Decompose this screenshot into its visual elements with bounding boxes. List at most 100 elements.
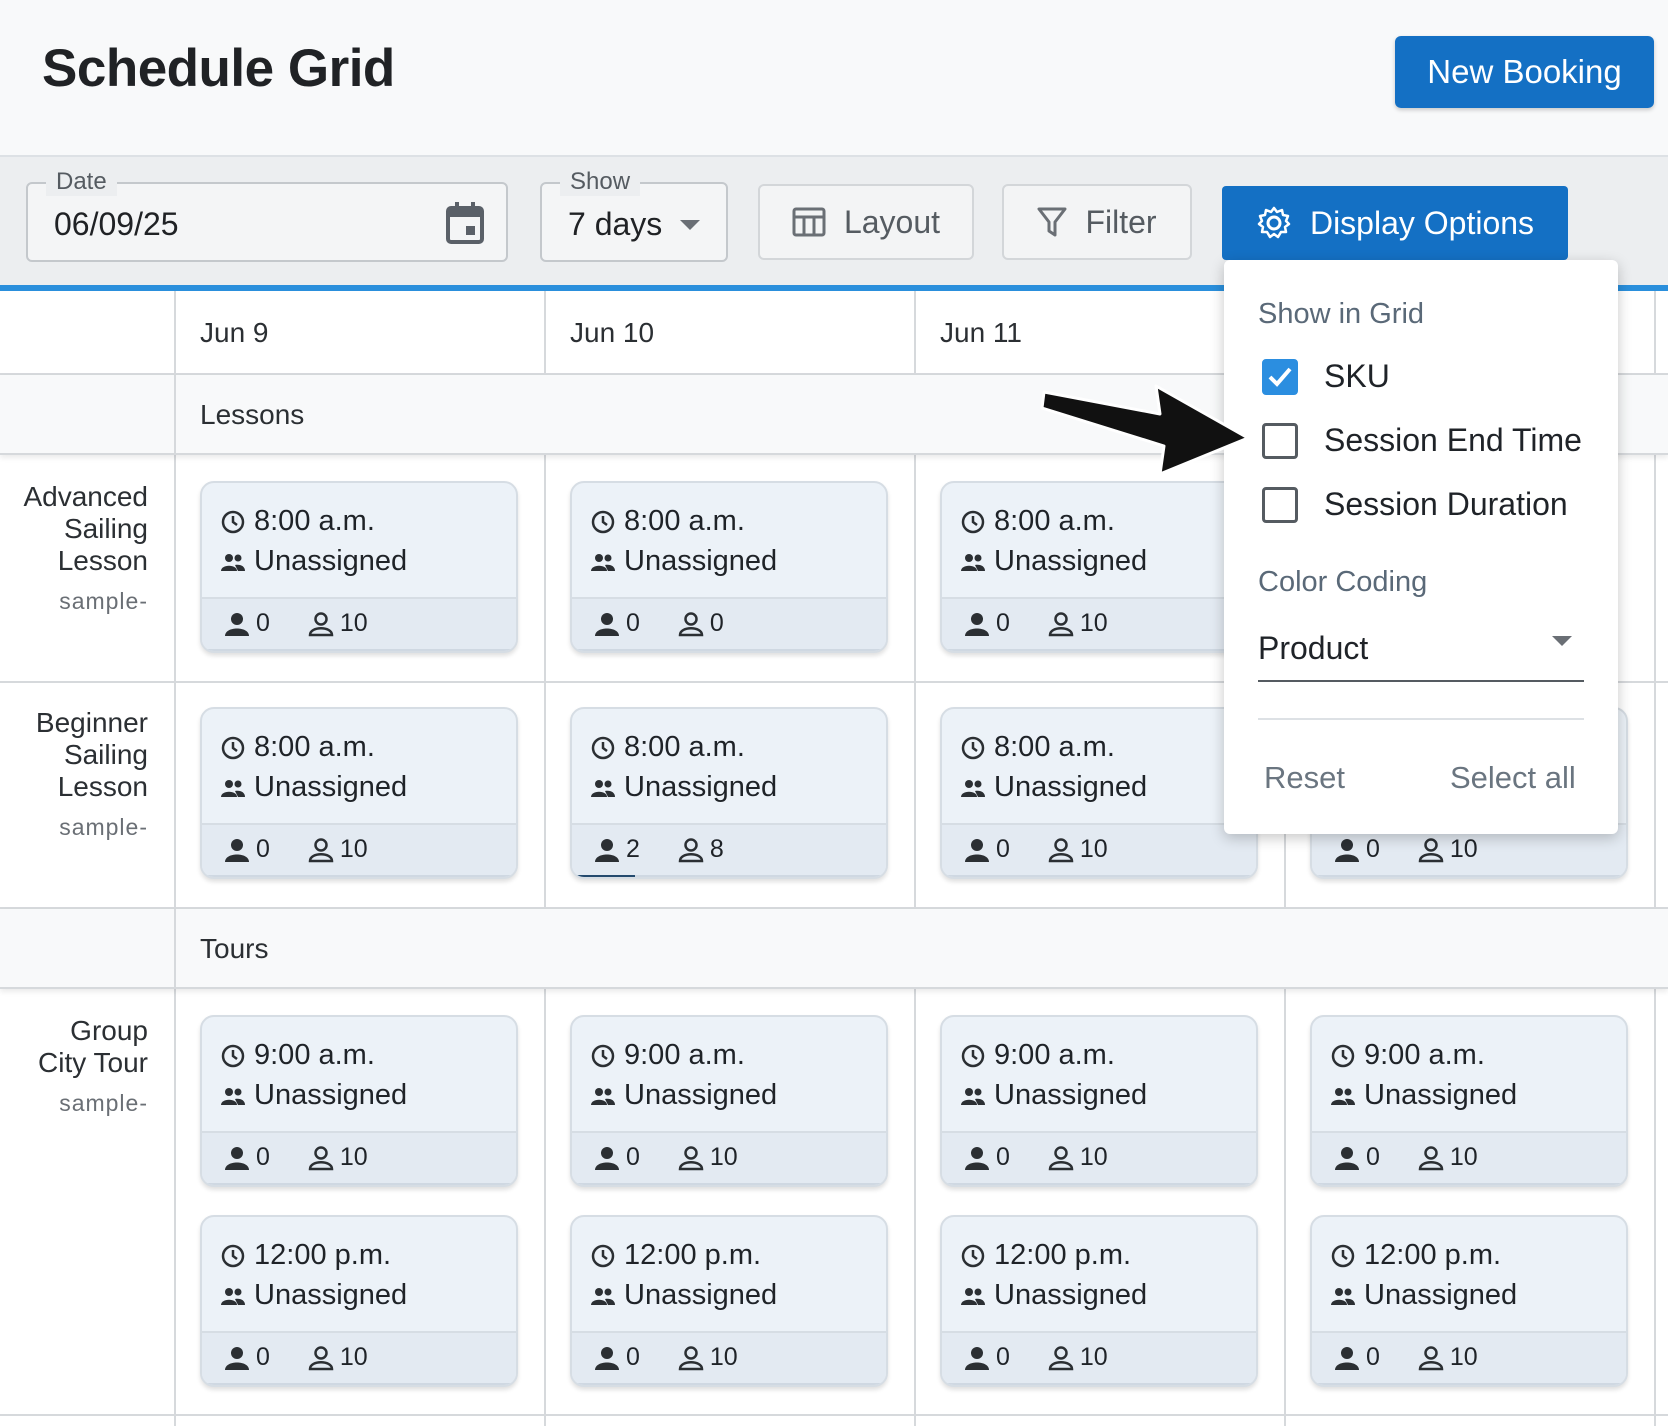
session-duration-checkbox[interactable] [1262, 486, 1298, 523]
booked-count: 0 [996, 609, 1010, 637]
booked-count: 0 [256, 1343, 270, 1371]
person-outline-icon [678, 611, 704, 636]
group-icon [591, 1287, 615, 1305]
capacity-bar [942, 649, 1256, 651]
option-label: SKU [1324, 358, 1390, 394]
person-outline-icon [1418, 1345, 1444, 1370]
available-count: 10 [339, 609, 368, 637]
session-time: 9:00 a.m. [960, 1039, 1115, 1072]
session-card[interactable]: 12:00 p.m. Unassigned 0 10 [1310, 1215, 1628, 1387]
session-capacity: 0 10 [942, 1131, 1256, 1185]
person-filled-icon [595, 1346, 619, 1370]
available-count: 10 [1079, 1143, 1108, 1171]
row-label-advanced-sailing[interactable]: Advanced Sailing Lesson sample- [0, 481, 148, 617]
session-time: 8:00 a.m. [960, 505, 1115, 538]
row-label-beginner-sailing[interactable]: Beginner Sailing Lesson sample- [0, 707, 148, 843]
session-card[interactable]: 9:00 a.m. Unassigned 0 10 [1310, 1015, 1628, 1187]
capacity-bar [942, 1383, 1256, 1385]
session-capacity: 0 10 [202, 823, 516, 877]
reset-button[interactable]: Reset [1264, 760, 1345, 796]
session-guide: Unassigned [220, 771, 407, 804]
session-card[interactable]: 9:00 a.m. Unassigned 0 10 [940, 1015, 1258, 1187]
session-card[interactable]: 8:00 a.m. Unassigned 0 10 [200, 707, 518, 879]
session-card[interactable]: 8:00 a.m. Unassigned 0 10 [200, 481, 518, 653]
session-card[interactable]: 12:00 p.m. Unassigned 0 10 [940, 1215, 1258, 1387]
color-coding-title: Color Coding [1258, 566, 1428, 598]
clock-icon [221, 1044, 245, 1067]
session-card[interactable]: 8:00 a.m. Unassigned 0 10 [940, 481, 1258, 653]
date-field[interactable]: Date 06/09/25 [26, 168, 508, 262]
clock-icon [221, 1244, 245, 1267]
option-session-duration[interactable]: Session Duration [1262, 486, 1568, 523]
show-days-select[interactable]: Show 7 days [540, 168, 728, 262]
session-capacity: 0 10 [572, 1131, 886, 1185]
session-guide: Unassigned [590, 1079, 777, 1112]
session-card[interactable]: 8:00 a.m. Unassigned 2 8 [570, 707, 888, 879]
booked-count: 0 [256, 1143, 270, 1171]
available-count: 10 [339, 1343, 368, 1371]
person-outline-icon [308, 837, 334, 862]
calendar-icon[interactable] [446, 202, 484, 244]
column-header-jun10: Jun 10 [570, 317, 655, 348]
group-icon [221, 1087, 245, 1105]
option-session-end-time[interactable]: Session End Time [1262, 422, 1582, 459]
available-count: 10 [1079, 1343, 1108, 1371]
session-end-time-checkbox[interactable] [1262, 422, 1298, 459]
clock-icon [961, 736, 985, 759]
color-coding-select[interactable]: Product [1258, 620, 1584, 682]
session-card[interactable]: 12:00 p.m. Unassigned 0 10 [200, 1215, 518, 1387]
session-card[interactable]: 9:00 a.m. Unassigned 0 10 [200, 1015, 518, 1187]
group-icon [1331, 1087, 1355, 1105]
session-time: 8:00 a.m. [220, 731, 375, 764]
clock-icon [591, 510, 615, 533]
session-card[interactable]: 9:00 a.m. Unassigned 0 10 [570, 1015, 888, 1187]
session-capacity: 0 10 [942, 1331, 1256, 1385]
session-capacity: 0 10 [572, 1331, 886, 1385]
session-card[interactable]: 8:00 a.m. Unassigned 0 10 [940, 707, 1258, 879]
session-capacity: 0 10 [202, 1131, 516, 1185]
available-count: 10 [1079, 609, 1108, 637]
session-guide: Unassigned [220, 1279, 407, 1312]
capacity-bar [202, 875, 516, 877]
grid-column-divider [544, 291, 546, 1426]
session-capacity: 0 10 [202, 597, 516, 651]
session-time: 8:00 a.m. [220, 505, 375, 538]
chevron-down-icon [680, 220, 700, 230]
grid-row-divider [0, 1414, 1668, 1416]
row-sku: sample- [59, 814, 148, 840]
available-count: 10 [709, 1143, 738, 1171]
session-guide: Unassigned [1330, 1279, 1517, 1312]
option-sku[interactable]: SKU [1262, 358, 1390, 395]
layout-button[interactable]: Layout [758, 184, 974, 260]
person-filled-icon [965, 612, 989, 636]
display-options-button[interactable]: Display Options [1222, 186, 1568, 260]
arrow-pointer [1040, 384, 1250, 476]
session-card[interactable]: 12:00 p.m. Unassigned 0 10 [570, 1215, 888, 1387]
filter-button[interactable]: Filter [1002, 184, 1192, 260]
session-card[interactable]: 8:00 a.m. Unassigned 0 0 [570, 481, 888, 653]
booked-count: 0 [256, 835, 270, 863]
person-filled-icon [225, 838, 249, 862]
layout-label: Layout [843, 203, 941, 240]
new-booking-button[interactable]: New Booking [1395, 36, 1654, 108]
session-guide: Unassigned [1330, 1079, 1517, 1112]
capacity-bar [202, 1183, 516, 1185]
gear-icon [1257, 206, 1291, 239]
capacity-bar [1312, 1183, 1626, 1185]
filter-label: Filter [1085, 203, 1157, 240]
group-icon [961, 1287, 985, 1305]
select-all-button[interactable]: Select all [1450, 760, 1576, 796]
available-count: 0 [709, 609, 724, 637]
session-capacity: 28 [572, 823, 886, 877]
layout-icon [792, 207, 826, 237]
group-icon [961, 553, 985, 571]
capacity-bar [1312, 875, 1626, 877]
booked-count: 0 [626, 1343, 640, 1371]
row-label-group-city-tour[interactable]: Group City Tour sample- [0, 1015, 148, 1119]
available-count: 10 [1449, 1343, 1478, 1371]
sku-checkbox[interactable] [1262, 358, 1298, 395]
person-outline-icon [308, 1345, 334, 1370]
available-count: 10 [1079, 835, 1108, 863]
section-label: Tours [200, 933, 269, 964]
page-title: Schedule Grid [42, 39, 395, 98]
